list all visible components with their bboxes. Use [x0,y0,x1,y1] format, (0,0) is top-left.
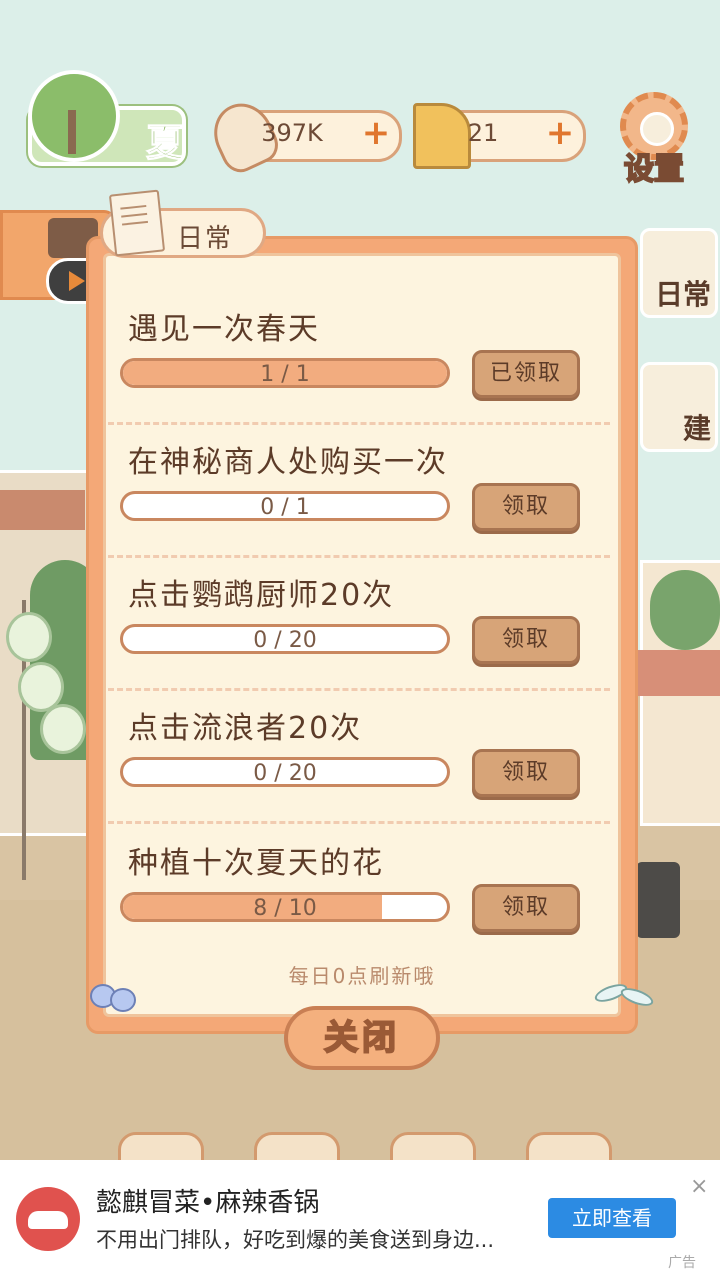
butterfly-icon [90,984,136,1024]
settings-button[interactable]: 设置 [614,92,694,188]
refresh-note: 每日0点刷新哦 [288,964,436,988]
claim-button[interactable]: 领取 [472,616,580,664]
progress-text: 0 / 20 [253,628,317,653]
dragonfly-wing [618,984,656,1010]
ad-tag: 广告 [668,1255,696,1271]
divider [108,688,610,691]
task-progress-bar: 0 / 1 [120,491,450,521]
build-item[interactable] [636,862,680,938]
right-roof [630,650,720,696]
task-item: 点击流浪者20次 0 / 20 领取 [108,703,610,833]
dragonfly-icon [592,976,658,1026]
task-progress-bar: 0 / 20 [120,624,450,654]
butterfly-wing [110,988,136,1012]
task-title: 点击流浪者20次 [128,711,363,746]
bottom-menu-icon[interactable] [118,1132,204,1160]
ad-cta-button[interactable]: 立即查看 [548,1198,676,1238]
task-item: 点击鹦鹉厨师20次 0 / 20 领取 [108,570,610,700]
progress-text: 8 / 10 [253,896,317,921]
season-label: 夏 [145,121,185,166]
claim-button[interactable]: 领取 [472,483,580,531]
right-tree [650,570,720,650]
cheese-currency: 21 + [413,103,586,169]
add-fish-button[interactable]: + [359,116,393,151]
task-item: 种植十次夏天的花 8 / 10 领取 [120,838,610,968]
season-indicator[interactable]: 夏 [28,70,186,166]
fish-value: 397K [261,119,323,147]
bottom-menu-icon[interactable] [390,1132,476,1160]
claim-button-label: 已领取 [489,361,562,386]
bottom-menu-icon[interactable] [254,1132,340,1160]
tab-daily-label: 日常 [177,224,234,254]
divider [108,555,610,558]
claim-button[interactable]: 领取 [472,749,580,797]
cheese-value: 21 [467,119,499,147]
tree-trunk [68,110,76,154]
lantern-icon [40,704,86,754]
build-button[interactable]: 建 [640,362,718,452]
task-progress-bar: 0 / 20 [120,757,450,787]
pangolin-logo-icon [16,1187,80,1251]
task-title: 遇见一次春天 [128,312,320,347]
ad-banner[interactable]: 懿麒冒菜•麻辣香锅 不用出门排队，好吃到爆的美食送到身边... 立即查看 × 广… [0,1160,720,1280]
build-button-label: 建 [682,412,711,445]
fish-currency: 397K + [203,93,402,179]
claim-button-label: 领取 [501,760,550,785]
close-button[interactable]: 关闭 [284,1006,440,1070]
ad-title: 懿麒冒菜•麻辣香锅 [96,1188,320,1218]
claim-button-label: 领取 [501,895,550,920]
progress-text: 1 / 1 [260,362,310,387]
claim-button-label: 领取 [501,627,550,652]
task-progress-bar: 1 / 1 [120,358,450,388]
bottom-menu-icon[interactable] [526,1132,612,1160]
claimed-button[interactable]: 已领取 [472,350,580,398]
divider [108,422,610,425]
task-title: 点击鹦鹉厨师20次 [128,578,395,613]
note-icon [108,189,166,257]
add-cheese-button[interactable]: + [543,116,577,151]
task-title: 在神秘商人处购买一次 [128,445,448,480]
progress-text: 0 / 20 [253,761,317,786]
left-roof [0,490,85,530]
claim-button[interactable]: 领取 [472,884,580,932]
close-icon[interactable]: × [690,1174,708,1199]
lantern-icon [6,612,52,662]
claim-button-label: 领取 [501,494,550,519]
ad-description: 不用出门排队，好吃到爆的美食送到身边... [96,1228,495,1252]
settings-label: 设置 [623,151,685,188]
task-item: 遇见一次春天 1 / 1 已领取 [108,304,610,434]
daily-button-label: 日常 [654,278,711,311]
task-title: 种植十次夏天的花 [128,846,384,881]
task-item: 在神秘商人处购买一次 0 / 1 领取 [108,437,610,567]
progress-text: 0 / 1 [260,495,310,520]
task-progress-bar: 8 / 10 [120,892,450,922]
daily-button[interactable]: 日常 [640,228,718,318]
divider [108,821,610,824]
close-button-label: 关闭 [323,1017,400,1059]
